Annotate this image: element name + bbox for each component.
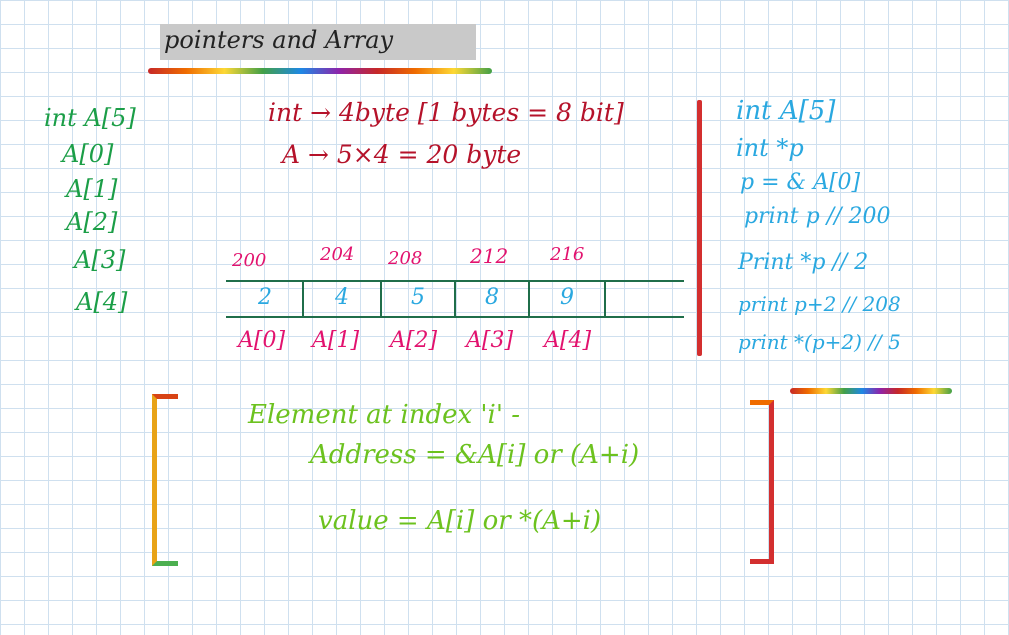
array-cell-value: 8 (485, 285, 499, 310)
list-item: A[3] (74, 246, 126, 274)
address-label: 212 (470, 244, 509, 268)
list-item: A[1] (66, 175, 118, 203)
address-label: 204 (320, 244, 355, 265)
array-cell-value: 5 (411, 285, 425, 310)
index-label: A[2] (390, 328, 438, 353)
code-line: Print *p // 2 (738, 250, 869, 275)
address-formula: Address = &A[i] or (A+i) (310, 440, 640, 470)
address-label: 200 (232, 250, 267, 271)
right-bracket (750, 400, 774, 564)
page-title: pointers and Array (164, 26, 394, 54)
array-cell-value: 2 (258, 285, 272, 310)
size-note-int: int → 4byte [1 bytes = 8 bit] (268, 98, 624, 127)
cell-divider (604, 282, 606, 316)
index-label: A[4] (544, 328, 592, 353)
list-item: A[2] (66, 208, 118, 236)
box-heading: Element at index 'i' - (248, 400, 521, 430)
address-label: 216 (550, 244, 585, 265)
size-note-array: A → 5×4 = 20 byte (282, 140, 522, 169)
index-label: A[0] (238, 328, 286, 353)
code-underline (790, 388, 952, 394)
array-declaration: int A[5] (44, 104, 136, 132)
title-underline (148, 68, 492, 74)
code-line: print *(p+2) // 5 (738, 330, 901, 354)
array-bottom-border (226, 316, 684, 318)
code-line: int *p (736, 134, 804, 162)
code-line: p = & A[0] (740, 170, 861, 195)
array-cell-value: 4 (335, 285, 349, 310)
list-item: A[4] (76, 288, 128, 316)
code-line: print p // 200 (744, 204, 891, 229)
index-label: A[3] (466, 328, 514, 353)
code-line: int A[5] (736, 96, 836, 126)
value-formula: value = A[i] or *(A+i) (318, 506, 602, 536)
array-cell-value: 9 (560, 285, 574, 310)
vertical-divider (697, 100, 702, 356)
left-bracket (152, 394, 178, 566)
index-label: A[1] (312, 328, 360, 353)
list-item: A[0] (62, 140, 114, 168)
code-line: print p+2 // 208 (738, 292, 901, 316)
address-label: 208 (388, 248, 423, 269)
